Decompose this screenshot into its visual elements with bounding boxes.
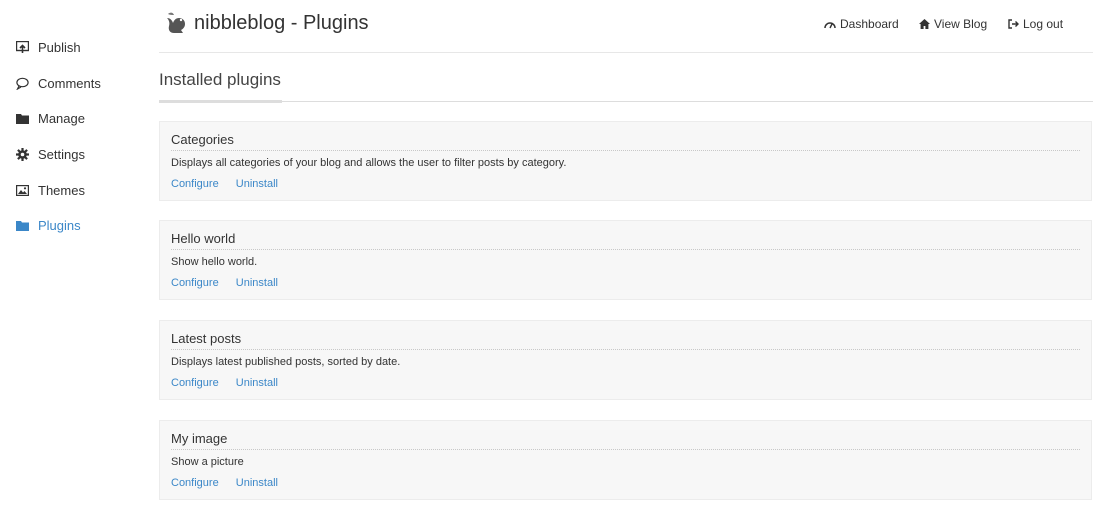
uninstall-link[interactable]: Uninstall — [236, 377, 278, 389]
plugin-card: Categories Displays all categories of yo… — [159, 121, 1092, 201]
view-blog-label: View Blog — [934, 17, 988, 31]
uninstall-link[interactable]: Uninstall — [236, 477, 278, 489]
dashboard-link[interactable]: Dashboard — [824, 17, 899, 31]
comment-icon — [15, 76, 29, 90]
plugin-actions: Configure Uninstall — [171, 277, 292, 289]
plugin-description: Show hello world. — [171, 256, 258, 268]
logout-label: Log out — [1023, 17, 1064, 31]
configure-link[interactable]: Configure — [171, 377, 219, 389]
squirrel-logo-icon — [166, 11, 188, 35]
plugin-description: Displays latest published posts, sorted … — [171, 356, 401, 368]
configure-link[interactable]: Configure — [171, 178, 219, 190]
sidebar-item-manage[interactable]: Manage — [15, 108, 85, 128]
image-icon — [15, 183, 29, 197]
gear-icon — [15, 147, 29, 161]
folder-icon — [15, 218, 29, 232]
section-tab-underline — [159, 100, 282, 103]
page-title: nibbleblog - Plugins — [194, 12, 369, 34]
view-blog-link[interactable]: View Blog — [919, 17, 987, 31]
divider — [171, 249, 1080, 250]
sidebar-item-publish[interactable]: Publish — [15, 37, 81, 57]
sidebar-item-label: Settings — [38, 146, 85, 162]
plugin-actions: Configure Uninstall — [171, 178, 292, 190]
sidebar-item-label: Manage — [38, 110, 85, 126]
divider — [171, 150, 1080, 151]
plugin-name: Hello world — [171, 231, 236, 246]
uninstall-link[interactable]: Uninstall — [236, 277, 278, 289]
header: nibbleblog - Plugins Dashboard View Blog… — [159, 0, 1093, 53]
dashboard-icon — [824, 19, 836, 29]
dashboard-label: Dashboard — [840, 17, 899, 31]
home-icon — [919, 19, 930, 29]
plugin-description: Displays all categories of your blog and… — [171, 157, 567, 169]
sidebar-item-plugins[interactable]: Plugins — [15, 215, 81, 235]
plugin-actions: Configure Uninstall — [171, 377, 292, 389]
divider — [171, 449, 1080, 450]
plugin-actions: Configure Uninstall — [171, 477, 292, 489]
plugin-description: Show a picture — [171, 456, 244, 468]
plugin-card: Hello world Show hello world. Configure … — [159, 220, 1092, 300]
section-title: Installed plugins — [159, 70, 281, 89]
sidebar-item-label: Themes — [38, 182, 85, 198]
sidebar-item-label: Plugins — [38, 217, 81, 233]
plugin-name: Categories — [171, 132, 234, 147]
sidebar-item-settings[interactable]: Settings — [15, 144, 85, 164]
plugin-card: My image Show a picture Configure Uninst… — [159, 420, 1092, 500]
sidebar-item-label: Publish — [38, 39, 81, 55]
plugin-card: Latest posts Displays latest published p… — [159, 320, 1092, 400]
sidebar-item-label: Comments — [38, 75, 101, 91]
section-divider — [159, 101, 1093, 102]
divider — [171, 349, 1080, 350]
plugin-name: My image — [171, 431, 228, 446]
folder-icon — [15, 111, 29, 125]
brand: nibbleblog - Plugins — [166, 11, 369, 35]
publish-icon — [15, 40, 29, 54]
sidebar-item-themes[interactable]: Themes — [15, 180, 85, 200]
logout-icon — [1008, 19, 1019, 29]
plugin-name: Latest posts — [171, 331, 242, 346]
uninstall-link[interactable]: Uninstall — [236, 178, 278, 190]
configure-link[interactable]: Configure — [171, 477, 219, 489]
logout-link[interactable]: Log out — [1008, 17, 1063, 31]
sidebar-item-comments[interactable]: Comments — [15, 73, 101, 93]
configure-link[interactable]: Configure — [171, 277, 219, 289]
